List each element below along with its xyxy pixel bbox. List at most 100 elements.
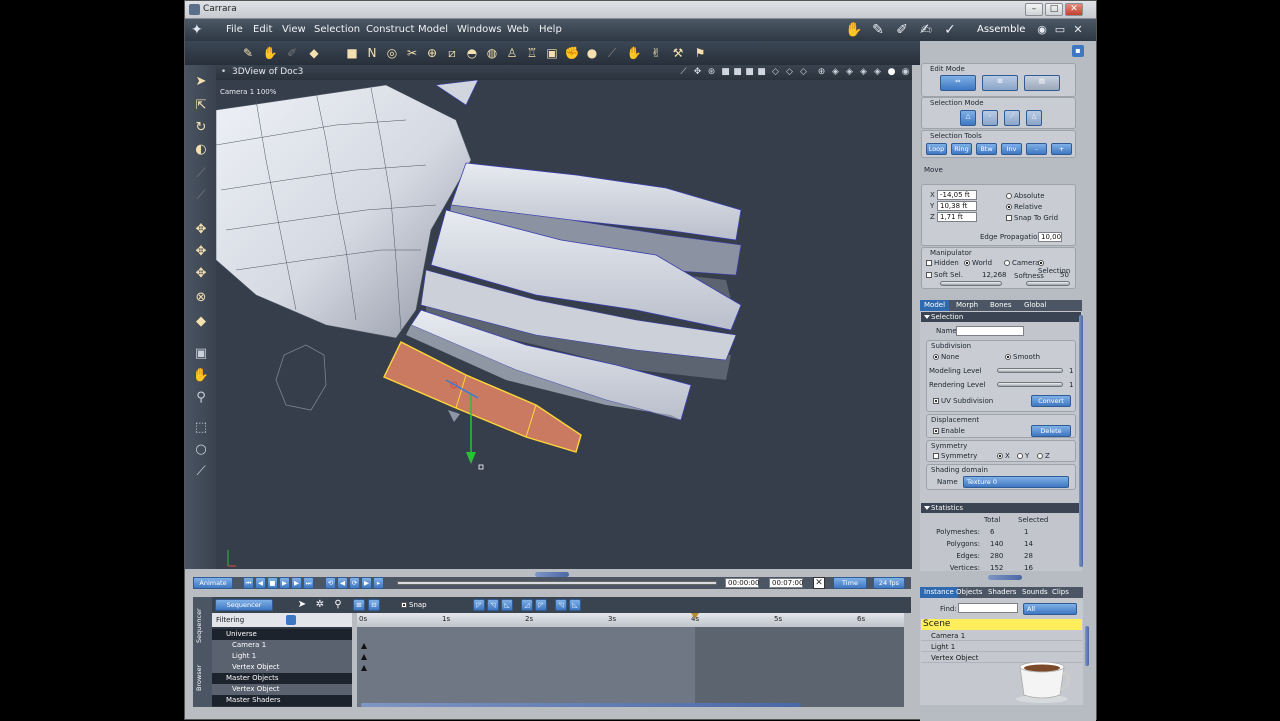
grow-button[interactable]: + <box>1051 143 1072 155</box>
tab-objects[interactable]: Objects <box>952 587 986 598</box>
symmetry-checkbox[interactable]: Symmetry <box>933 452 977 460</box>
tab-sounds[interactable]: Sounds <box>1018 587 1052 598</box>
sym-y-radio[interactable]: Y <box>1017 452 1029 460</box>
invert-button[interactable]: Inv <box>1001 143 1022 155</box>
key-7-icon[interactable]: ◺ <box>569 599 581 611</box>
smooth-radio[interactable]: Smooth <box>1005 353 1040 361</box>
play-icon[interactable]: ▶ <box>279 577 290 589</box>
loop-button[interactable]: Loop <box>926 143 947 155</box>
room-render-icon[interactable]: ✓ <box>941 21 959 39</box>
close-panel-icon[interactable]: ✕ <box>1069 21 1087 39</box>
shade-2-icon[interactable]: ◈ <box>844 67 855 78</box>
tool-d-icon[interactable]: ⚑ <box>691 44 709 62</box>
tab-bones[interactable]: Bones <box>986 300 1015 311</box>
3d-viewport[interactable]: Camera 1 100% <box>216 80 912 569</box>
shade-3-icon[interactable]: ◈ <box>858 67 869 78</box>
ground-icon[interactable]: ◇ <box>798 67 809 78</box>
timeline-hscroll[interactable] <box>361 703 801 707</box>
render-quality-icon[interactable]: ■ <box>720 67 731 78</box>
select-face-icon[interactable]: ⟋ <box>1004 110 1020 126</box>
keyframe-marker[interactable] <box>361 665 367 671</box>
menu-help[interactable]: Help <box>539 24 562 35</box>
box-icon[interactable]: ▣ <box>543 44 561 62</box>
magnifier-icon[interactable]: ⚲ <box>329 596 347 614</box>
selection-section-header[interactable]: Selection <box>921 312 1081 322</box>
next-key-icon[interactable]: ⟳ <box>349 577 360 589</box>
dome-icon[interactable]: ◓ <box>463 44 481 62</box>
tree-item-row[interactable]: Vertex Object <box>212 684 352 695</box>
rewind-icon[interactable]: ⏮ <box>243 577 254 589</box>
zoom-icon[interactable]: ⚲ <box>191 389 211 407</box>
room-texture-icon[interactable]: ✍ <box>917 21 935 39</box>
room-storyboard-icon[interactable]: ✋ <box>845 21 863 39</box>
key-3-icon[interactable]: ◺ <box>501 599 513 611</box>
spline-icon[interactable]: N <box>363 44 381 62</box>
axis-icon[interactable]: ⊕ <box>816 67 827 78</box>
tool-a-icon[interactable]: ✋ <box>625 44 643 62</box>
menu-selection[interactable]: Selection <box>314 24 360 35</box>
lathe-icon[interactable]: ◍ <box>483 44 501 62</box>
soft-sel-checkbox[interactable]: Soft Sel. <box>926 271 963 279</box>
time-mode-select[interactable]: Time <box>833 577 867 589</box>
brush-icon[interactable]: ✎ <box>239 44 257 62</box>
scissors-icon[interactable]: ✂ <box>403 44 421 62</box>
tree-item-row[interactable]: Vertex Object <box>212 662 352 673</box>
render-quality-4-icon[interactable]: ■ <box>756 67 767 78</box>
move-z-icon[interactable]: ✥ <box>191 265 211 283</box>
render-quality-2-icon[interactable]: ■ <box>732 67 743 78</box>
keyframe-marker[interactable] <box>361 654 367 660</box>
timeline-splitter[interactable] <box>535 572 569 577</box>
move-xy-icon[interactable]: ✥ <box>191 243 211 261</box>
key-5-icon[interactable]: ◸ <box>535 599 547 611</box>
menu-view[interactable]: View <box>282 24 306 35</box>
relative-radio[interactable]: Relative <box>1006 203 1042 211</box>
sequencer-select[interactable]: Sequencer <box>215 599 273 611</box>
extrude-icon[interactable]: ♙ <box>503 44 521 62</box>
scale-icon[interactable]: ◐ <box>191 141 211 159</box>
close-timeline-icon[interactable]: ✕ <box>813 577 825 589</box>
name-field[interactable] <box>956 326 1024 336</box>
key-6-icon[interactable]: ◹ <box>555 599 567 611</box>
trackball-icon[interactable]: ⊗ <box>191 289 211 307</box>
hand-icon[interactable]: ✊ <box>563 44 581 62</box>
maximize-button[interactable]: □ <box>1045 3 1063 16</box>
snap-to-grid-checkbox[interactable]: Snap To Grid <box>1006 214 1058 222</box>
lasso-icon[interactable]: ○ <box>191 441 211 459</box>
shade-1-icon[interactable]: ◈ <box>830 67 841 78</box>
eraser-icon[interactable]: ◆ <box>305 44 323 62</box>
browser-item-row[interactable]: Light 1 <box>921 642 1082 652</box>
pointer-icon[interactable]: ➤ <box>293 596 311 614</box>
step-forward-icon[interactable]: ▶ <box>291 577 302 589</box>
find-scope-select[interactable]: All <box>1023 603 1077 615</box>
modeling-level-slider[interactable] <box>997 368 1063 373</box>
texture-icon[interactable]: ◆ <box>191 313 211 331</box>
edit-mode-vertex-button[interactable]: ⇔ <box>940 75 976 91</box>
move-xyz-icon[interactable]: ✥ <box>191 221 211 239</box>
tab-clips[interactable]: Clips <box>1048 587 1073 598</box>
fast-forward-icon[interactable]: ⏭ <box>303 577 314 589</box>
select-vertex-icon[interactable]: △ <box>960 110 976 126</box>
x-field[interactable]: -14,05 ft <box>937 190 977 200</box>
cup-icon[interactable]: ♖ <box>523 44 541 62</box>
prev-key-icon[interactable]: ◀ <box>337 577 348 589</box>
camera-icon[interactable]: ▣ <box>191 345 211 363</box>
end-time-marker[interactable] <box>691 613 699 619</box>
gear-icon[interactable]: ✲ <box>311 596 329 614</box>
between-button[interactable]: Btw <box>976 143 997 155</box>
menu-web[interactable]: Web <box>507 24 529 35</box>
end-time-field[interactable]: 00:07:00 <box>769 578 803 588</box>
side-tab-sequencer[interactable]: Sequencer <box>195 601 210 651</box>
fps-select[interactable]: 24 fps <box>873 577 905 589</box>
shrink-button[interactable]: - <box>1026 143 1047 155</box>
view-tool-3-icon[interactable]: ⊛ <box>706 67 717 78</box>
close-button[interactable]: ✕ <box>1065 3 1083 16</box>
wire-icon[interactable]: ◇ <box>770 67 781 78</box>
timeline-track[interactable]: 0s 1s 2s 3s 4s 5s 6s <box>357 613 904 707</box>
weld-icon[interactable]: ⊕ <box>423 44 441 62</box>
absolute-radio[interactable]: Absolute <box>1006 192 1045 200</box>
loop-icon[interactable]: ⟲ <box>325 577 336 589</box>
room-assemble-label[interactable]: Assemble <box>977 24 1025 35</box>
sym-x-radio[interactable]: X <box>997 452 1010 460</box>
render-quality-3-icon[interactable]: ■ <box>744 67 755 78</box>
ring-icon[interactable]: ◎ <box>383 44 401 62</box>
